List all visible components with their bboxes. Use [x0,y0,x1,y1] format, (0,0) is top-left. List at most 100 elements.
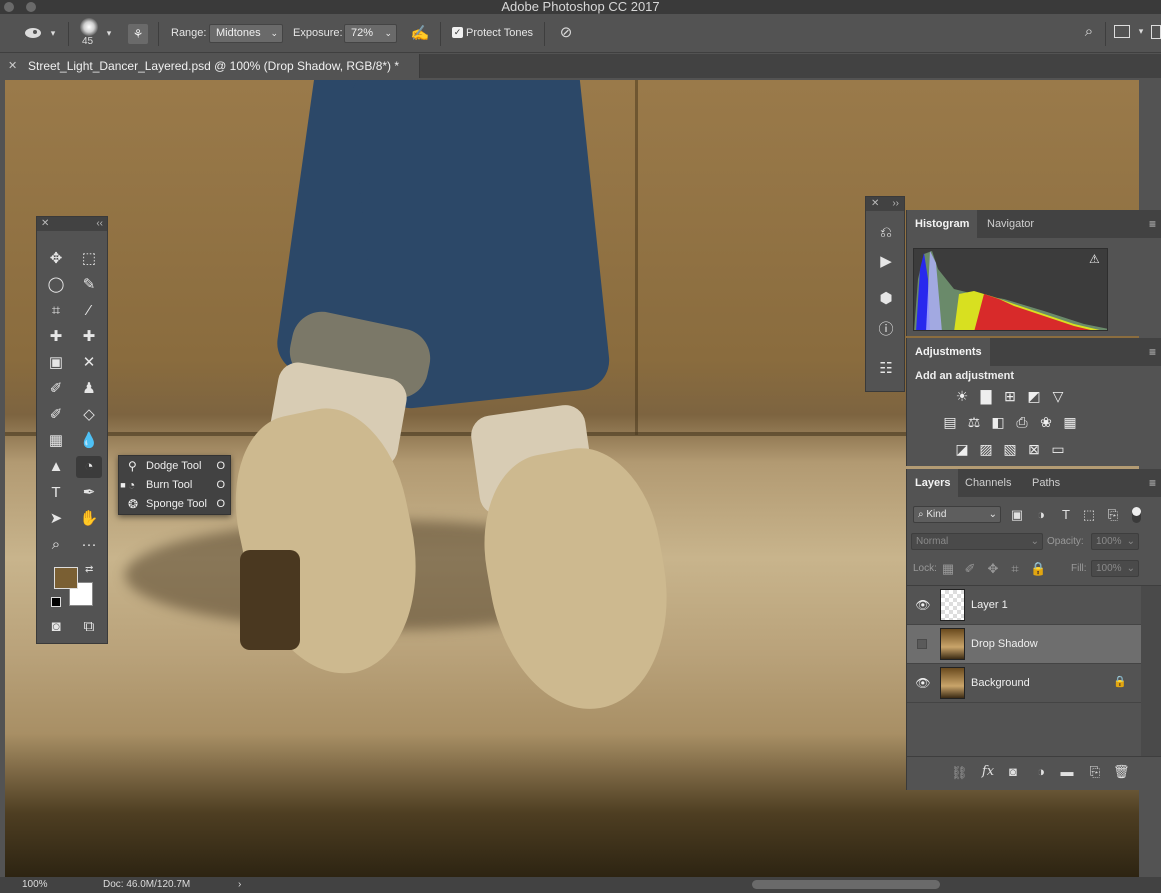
filter-adjustment-icon[interactable]: ◑ [1033,507,1049,522]
eraser-tool-icon[interactable]: ◇ [76,404,102,426]
threshold-icon[interactable]: ▧ [1001,440,1019,458]
selective-color-icon[interactable]: ⊠ [1025,440,1043,458]
brightness-contrast-icon[interactable]: ☀ [953,387,971,405]
search-icon[interactable]: ⌕ [1079,23,1099,40]
layer-row-layer-1[interactable]: 👁 Layer 1 [907,586,1141,625]
visibility-eye-icon[interactable]: 👁 [915,676,931,690]
tab-channels[interactable]: Channels [957,469,1019,497]
exposure-icon[interactable]: ◩ [1025,387,1043,405]
3d-panel-icon[interactable]: ⬢ [874,287,898,311]
workspace-icon[interactable] [1114,25,1130,38]
content-aware-move-tool-icon[interactable]: ✕ [76,352,102,374]
info-panel-icon[interactable]: ⓘ [874,318,898,342]
workspace-chevron-icon[interactable]: ▾ [1136,26,1146,37]
lock-position-icon[interactable]: ✥ [986,561,1000,577]
quick-selection-tool-icon[interactable]: ✎ [76,274,102,296]
patch-tool-icon[interactable]: ▣ [43,352,69,374]
dodge-tool-item[interactable]: ⚲ Dodge Tool O [119,457,232,476]
spot-healing-tool-icon[interactable]: ✚ [43,326,69,348]
close-tab-icon[interactable]: ✕ [8,59,17,72]
gradient-tool-icon[interactable]: ▦ [43,430,69,452]
crop-tool-icon[interactable]: ⌗ [43,300,69,322]
range-dropdown[interactable]: Midtones ⌄ [209,24,283,43]
brush-tool-icon[interactable]: ✐ [43,378,69,400]
sharpen-tool-icon[interactable]: ▲ [43,456,69,478]
move-tool-icon[interactable]: ✥ [43,248,69,270]
new-adjustment-layer-icon[interactable]: ◑ [1033,764,1049,779]
history-brush-tool-icon[interactable]: ✐ [43,404,69,426]
layer-row-drop-shadow[interactable]: Drop Shadow [907,625,1141,664]
status-menu-chevron-icon[interactable]: › [238,879,241,890]
zoom-level[interactable]: 100% [22,879,48,890]
new-group-icon[interactable]: ▬ [1059,764,1075,779]
clone-stamp-tool-icon[interactable]: ♟ [76,378,102,400]
lock-artboard-icon[interactable]: ⌗ [1008,561,1022,577]
chevron-down-icon[interactable]: ▾ [48,28,58,39]
eyedropper-tool-icon[interactable]: ⁄ [76,300,102,322]
horizontal-scrollbar[interactable] [752,880,940,889]
lock-all-icon[interactable]: 🔒 [1030,561,1046,577]
levels-icon[interactable]: ▇ [977,387,995,405]
document-tab[interactable]: ✕ Street_Light_Dancer_Layered.psd @ 100%… [0,54,420,78]
visibility-toggle-empty[interactable] [917,639,927,649]
lock-transparency-icon[interactable]: ▦ [941,561,955,577]
exposure-field[interactable]: 72% ⌄ [344,24,397,43]
gradient-map-icon[interactable]: ▭ [1049,440,1067,458]
layers-scrollbar[interactable] [1141,586,1161,756]
tab-paths[interactable]: Paths [1024,469,1068,497]
filter-shape-icon[interactable]: ⬚ [1081,507,1097,523]
filter-toggle[interactable] [1132,507,1141,523]
zoom-tool-icon[interactable]: ⌕ [43,534,69,556]
lock-pixels-icon[interactable]: ✐ [963,561,977,577]
color-balance-icon[interactable]: ⚖ [965,413,983,431]
photo-filter-icon[interactable]: ⎙ [1013,413,1031,431]
blend-mode-dropdown[interactable]: Normal ⌄ [911,533,1043,550]
tab-histogram[interactable]: Histogram [907,210,978,238]
panel-menu-icon[interactable]: ≡ [1149,476,1156,490]
burn-tool-item[interactable]: ■ ◔ Burn Tool O [119,476,232,495]
burn-tool-icon[interactable]: ◔ [76,456,102,478]
share-icon[interactable] [1151,25,1161,39]
burn-tool-preset-icon[interactable] [24,24,44,43]
tab-adjustments[interactable]: Adjustments [907,338,990,366]
properties-panel-icon[interactable]: ☷ [874,357,898,381]
panel-menu-icon[interactable]: ≡ [1149,345,1156,359]
new-layer-icon[interactable]: ⎘ [1087,764,1103,780]
posterize-icon[interactable]: ▨ [977,440,995,458]
tab-navigator[interactable]: Navigator [979,210,1042,238]
panel-menu-icon[interactable]: ≡ [1149,217,1156,231]
default-colors-icon[interactable] [51,597,61,607]
hue-saturation-icon[interactable]: ▤ [941,413,959,431]
quick-mask-icon[interactable]: ◙ [43,616,69,638]
more-tools-icon[interactable]: ··· [76,534,102,556]
black-white-icon[interactable]: ◧ [989,413,1007,431]
filter-smart-object-icon[interactable]: ⎘ [1105,507,1121,523]
invert-icon[interactable]: ◪ [953,440,971,458]
color-lookup-icon[interactable]: ▦ [1061,413,1079,431]
foreground-color-swatch[interactable] [54,567,78,589]
type-tool-icon[interactable]: T [43,482,69,504]
lasso-tool-icon[interactable]: ◯ [43,274,69,296]
layer-style-fx-icon[interactable]: fx [979,764,997,779]
opacity-field[interactable]: 100% ⌄ [1091,533,1139,550]
filter-pixel-icon[interactable]: ▣ [1009,507,1025,523]
link-layers-icon[interactable]: ⛓ [951,765,968,781]
brush-settings-icon[interactable]: ⚘ [128,24,148,44]
visibility-eye-icon[interactable]: 👁 [915,598,931,612]
protect-tones-checkbox[interactable]: ✓ [452,27,463,38]
expand-panel-icon[interactable]: ›› [892,198,899,209]
sponge-tool-item[interactable]: ❂ Sponge Tool O [119,495,232,514]
brush-preview-icon[interactable] [80,18,98,36]
pressure-size-icon[interactable]: ⊘ [556,23,576,41]
layer-filter-dropdown[interactable]: ⌕ Kind ⌄ [913,506,1001,523]
swap-colors-icon[interactable]: ⇄ [85,564,93,575]
history-panel-icon[interactable]: ⎌ [874,221,898,245]
marquee-tool-icon[interactable]: ⬚ [76,248,102,270]
brush-chevron-icon[interactable]: ▾ [104,28,114,39]
tab-layers[interactable]: Layers [907,469,959,497]
add-mask-icon[interactable]: ◙ [1005,764,1021,779]
close-panel-icon[interactable]: ✕ [41,218,49,229]
hand-tool-icon[interactable]: ✋ [76,508,102,530]
screen-mode-icon[interactable]: ⧉ [76,616,102,638]
blur-tool-icon[interactable]: 💧 [76,430,102,452]
